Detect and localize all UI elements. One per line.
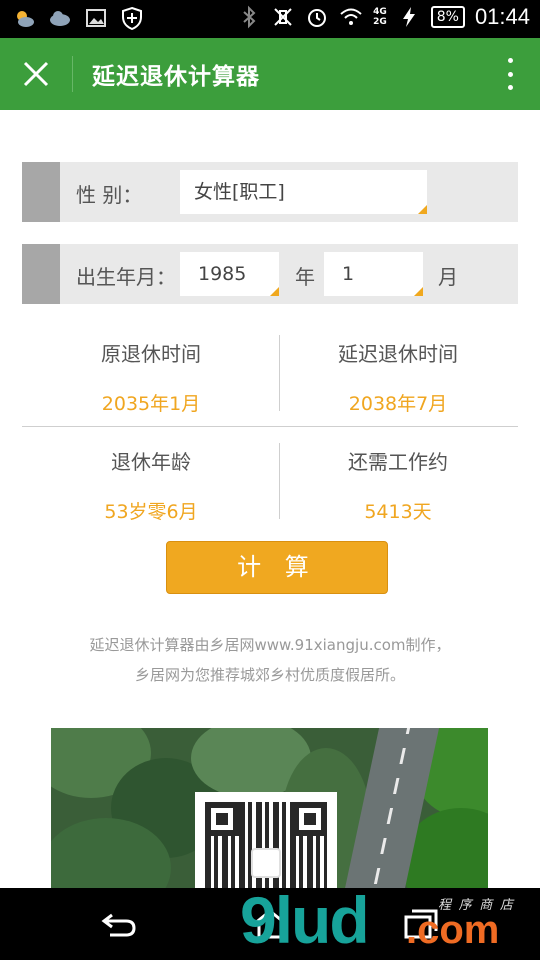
retirement-age-cell: 退休年龄 53岁零6月 — [22, 446, 280, 524]
qr-finder — [205, 802, 239, 836]
month-unit-label: 月 — [438, 265, 458, 289]
row-tab — [22, 162, 60, 222]
image-icon — [86, 9, 106, 27]
qr-finder — [293, 802, 327, 836]
status-bar: 4G 2G 8% 01:44 — [0, 0, 540, 38]
bluetooth-icon — [243, 5, 256, 29]
battery-percent: 8% — [436, 9, 459, 25]
gender-select[interactable]: 女性[职工] — [180, 170, 427, 214]
app-bar: 延迟退休计算器 — [0, 38, 540, 110]
dropdown-corner-icon — [414, 287, 423, 296]
results-divider — [22, 426, 518, 427]
more-dot-icon — [507, 71, 513, 77]
calculate-button[interactable]: 计 算 — [166, 541, 388, 594]
footer-note-line2: 乡居网为您推荐城郊乡村优质度假居所。 — [134, 666, 405, 684]
birth-month-value: 1 — [342, 263, 355, 285]
more-dot-icon — [507, 85, 513, 90]
home-button[interactable] — [240, 902, 300, 946]
year-unit-label: 年 — [295, 265, 315, 289]
remaining-work-value: 5413天 — [364, 501, 432, 523]
close-icon — [23, 61, 49, 87]
battery-indicator: 8% — [430, 6, 465, 28]
gender-label: 性 别： — [76, 183, 143, 207]
remaining-work-label: 还需工作约 — [348, 450, 448, 474]
back-button[interactable] — [90, 902, 150, 946]
vibrate-off-icon — [274, 8, 292, 26]
qr-code — [195, 792, 337, 888]
dropdown-corner-icon — [270, 287, 279, 296]
birth-month-select[interactable]: 1 — [324, 252, 423, 296]
charging-icon — [402, 7, 415, 27]
gender-value: 女性[职工] — [194, 181, 285, 203]
birth-year-select[interactable]: 1985 — [180, 252, 279, 296]
original-retirement-value: 2035年1月 — [101, 393, 201, 415]
system-nav-bar — [0, 888, 540, 960]
delayed-retirement-value: 2038年7月 — [348, 393, 448, 415]
row-tab — [22, 244, 60, 304]
dropdown-corner-icon — [418, 205, 427, 214]
more-dot-icon — [507, 58, 513, 63]
remaining-work-cell: 还需工作约 5413天 — [269, 446, 527, 524]
wifi-icon — [340, 8, 362, 25]
app-bar-divider — [72, 56, 73, 92]
road-line — [368, 728, 413, 888]
recent-apps-icon — [404, 909, 438, 939]
cloud-icon — [50, 11, 70, 26]
network-indicator: 4G 2G — [373, 7, 387, 27]
recent-apps-button[interactable] — [390, 902, 450, 946]
weather-icon — [17, 11, 34, 27]
alarm-icon — [308, 9, 327, 27]
close-button[interactable] — [14, 52, 58, 96]
birth-label: 出生年月： — [76, 265, 176, 289]
shield-icon — [122, 6, 142, 30]
footer-note-line1: 延迟退休计算器由乡居网www.91xiangju.com制作， — [89, 636, 451, 654]
birth-row: 出生年月： 1985 年 1 月 — [22, 244, 518, 304]
promo-banner-image[interactable] — [51, 728, 488, 888]
home-icon — [253, 909, 287, 939]
original-retirement-label: 原退休时间 — [101, 342, 201, 366]
page-title: 延迟退休计算器 — [92, 64, 260, 90]
clock: 01:44 — [474, 4, 530, 29]
back-icon — [101, 913, 136, 937]
qr-logo-icon — [251, 848, 281, 878]
birth-year-value: 1985 — [198, 263, 247, 285]
gender-row: 性 别： 女性[职工] — [22, 162, 518, 222]
retirement-age-value: 53岁零6月 — [104, 501, 198, 523]
qr-pattern — [205, 802, 327, 888]
original-retirement-cell: 原退休时间 2035年1月 — [22, 338, 280, 416]
more-options-button[interactable] — [496, 56, 524, 92]
delayed-retirement-label: 延迟退休时间 — [338, 342, 458, 366]
retirement-age-label: 退休年龄 — [111, 450, 191, 474]
delayed-retirement-cell: 延迟退休时间 2038年7月 — [269, 338, 527, 416]
